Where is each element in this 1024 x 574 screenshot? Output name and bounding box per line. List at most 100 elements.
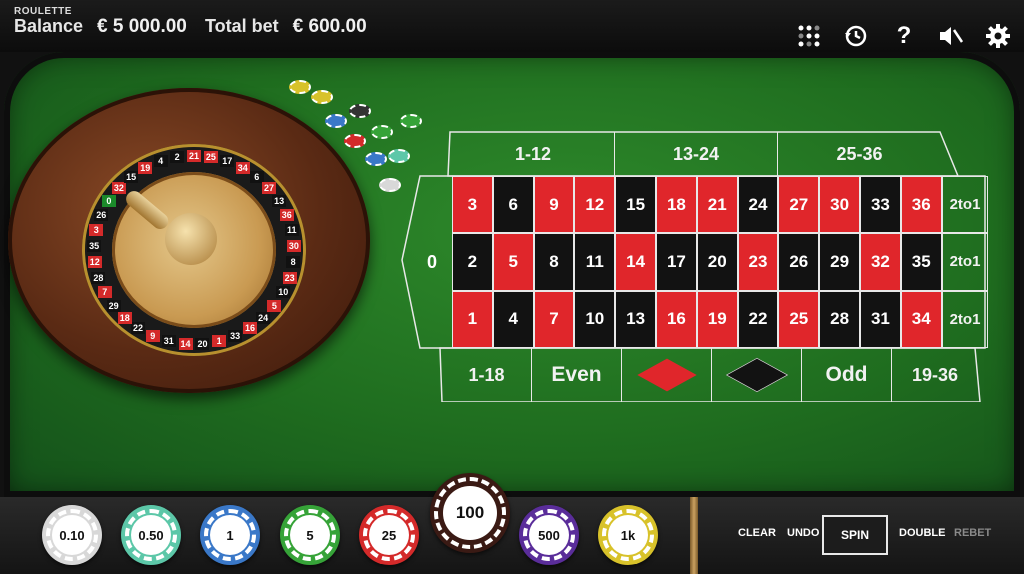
bet-number-36[interactable]: 36 (900, 176, 942, 234)
chip-1k[interactable]: 1k (598, 505, 658, 565)
wheel-pocket: 36 (279, 208, 294, 221)
wheel-number: 19 (140, 162, 151, 173)
bet-number-17[interactable]: 17 (656, 233, 697, 291)
wheel-pocket: 30 (286, 240, 301, 252)
wheel-pocket: 16 (242, 321, 257, 334)
wheel-pocket: 12 (87, 255, 102, 268)
wheel-number: 30 (288, 241, 299, 251)
bet-number-5[interactable]: 5 (492, 233, 534, 291)
chip-1[interactable]: 1 (200, 505, 260, 565)
panel-divider (690, 497, 698, 574)
help-icon[interactable]: ? (890, 22, 918, 50)
bet-number-3[interactable]: 3 (452, 176, 493, 234)
wheel-number: 9 (150, 330, 156, 341)
clear-button[interactable]: CLEAR (738, 527, 776, 539)
wheel-number: 15 (126, 171, 137, 182)
bet-number-23[interactable]: 23 (737, 233, 779, 291)
bet-number-28[interactable]: 28 (819, 290, 860, 348)
bet-zero[interactable]: 0 (412, 176, 452, 348)
undo-button[interactable]: UNDO (787, 527, 819, 539)
wheel-pocket: 25 (203, 151, 218, 164)
bet-number-14[interactable]: 14 (615, 233, 656, 291)
bet-low-1-18[interactable]: 1-18 (442, 348, 532, 402)
wheel-number: 6 (254, 171, 260, 182)
bet-number-26[interactable]: 26 (778, 233, 820, 291)
chip-500[interactable]: 500 (519, 505, 579, 565)
bet-label: 19-36 (911, 364, 959, 385)
top-bar: ROULETTE Balance € 5 000.00 Total bet € 60… (0, 0, 1024, 52)
wheel-number: 34 (237, 162, 248, 173)
bet-column-3[interactable]: 2to1 (942, 176, 988, 234)
rebet-button[interactable]: REBET (954, 527, 991, 539)
bet-number-20[interactable]: 20 (696, 233, 738, 291)
bet-dozen-2[interactable]: 13-24 (615, 132, 778, 176)
sound-muted-icon[interactable] (937, 22, 965, 50)
bet-column-2[interactable]: 2to1 (942, 233, 988, 291)
wheel-number: 8 (290, 256, 296, 267)
bet-number-35[interactable]: 35 (900, 233, 942, 291)
bet-number-10[interactable]: 10 (574, 290, 616, 348)
bet-number-13[interactable]: 13 (615, 290, 656, 348)
bet-number-25[interactable]: 25 (778, 290, 820, 348)
bet-high-19-36[interactable]: 19-36 (890, 348, 980, 402)
bet-number-12[interactable]: 12 (574, 176, 616, 234)
double-button[interactable]: DOUBLE (899, 527, 945, 539)
bet-number-32[interactable]: 32 (860, 233, 901, 291)
chip-0.10[interactable]: 0.10 (42, 505, 102, 565)
bet-number-29[interactable]: 29 (819, 233, 860, 291)
wheel-number: 11 (286, 225, 297, 236)
bet-number-11[interactable]: 11 (574, 233, 616, 291)
bet-number-2[interactable]: 2 (452, 233, 493, 291)
bet-number-8[interactable]: 8 (533, 233, 575, 291)
bet-red[interactable] (622, 348, 712, 402)
wheel-pocket: 15 (124, 170, 139, 183)
bet-odd[interactable]: Odd (802, 348, 892, 402)
wheel-number: 3 (93, 225, 99, 236)
wheel-number: 5 (271, 300, 277, 311)
wheel-number: 1 (216, 335, 222, 346)
bet-number-31[interactable]: 31 (860, 290, 901, 348)
wheel-pocket: 1 (212, 334, 227, 347)
bet-number-30[interactable]: 30 (819, 176, 860, 234)
bet-dozen-3[interactable]: 25-36 (778, 132, 941, 176)
bet-dozen-1[interactable]: 1-12 (452, 132, 615, 176)
bet-number-4[interactable]: 4 (492, 290, 534, 348)
bet-number-7[interactable]: 7 (533, 290, 575, 348)
bet-number-19[interactable]: 19 (696, 290, 738, 348)
bet-number-22[interactable]: 22 (737, 290, 779, 348)
bet-number-34[interactable]: 34 (900, 290, 942, 348)
settings-gear-icon[interactable] (984, 22, 1012, 50)
wheel-pocket: 0 (101, 194, 116, 207)
total-bet-display: Total bet € 600.00 (205, 16, 367, 38)
bet-number-21[interactable]: 21 (696, 176, 738, 234)
bet-number-9[interactable]: 9 (533, 176, 575, 234)
bet-number-1[interactable]: 1 (452, 290, 493, 348)
bet-number-16[interactable]: 16 (656, 290, 697, 348)
wheel-number: 17 (222, 156, 233, 167)
wheel-pocket: 21 (187, 150, 201, 162)
wheel-pocket: 31 (161, 334, 176, 347)
chip-label: 25 (369, 515, 409, 555)
bet-number-24[interactable]: 24 (737, 176, 779, 234)
wheel-number: 12 (89, 256, 100, 267)
bet-column-1[interactable]: 2to1 (942, 290, 988, 348)
history-icon[interactable] (842, 22, 870, 50)
wheel-number: 13 (274, 195, 285, 206)
chip-0.50[interactable]: 0.50 (121, 505, 181, 565)
spin-button[interactable]: SPIN (822, 515, 888, 555)
wheel-number: 21 (188, 151, 199, 161)
bet-number-18[interactable]: 18 (656, 176, 697, 234)
chip-25[interactable]: 25 (359, 505, 419, 565)
chip-100[interactable]: 100 (430, 473, 510, 553)
chip-5[interactable]: 5 (280, 505, 340, 565)
wheel-pocket: 33 (228, 329, 243, 342)
bet-number-33[interactable]: 33 (860, 176, 901, 234)
bet-number-6[interactable]: 6 (492, 176, 534, 234)
grid-dots-icon[interactable] (795, 22, 823, 50)
bet-number-15[interactable]: 15 (615, 176, 656, 234)
bet-even[interactable]: Even (532, 348, 622, 402)
bet-black[interactable] (712, 348, 802, 402)
chip-label: 500 (529, 515, 569, 555)
bet-number-27[interactable]: 27 (778, 176, 820, 234)
wheel-number: 24 (258, 312, 269, 323)
